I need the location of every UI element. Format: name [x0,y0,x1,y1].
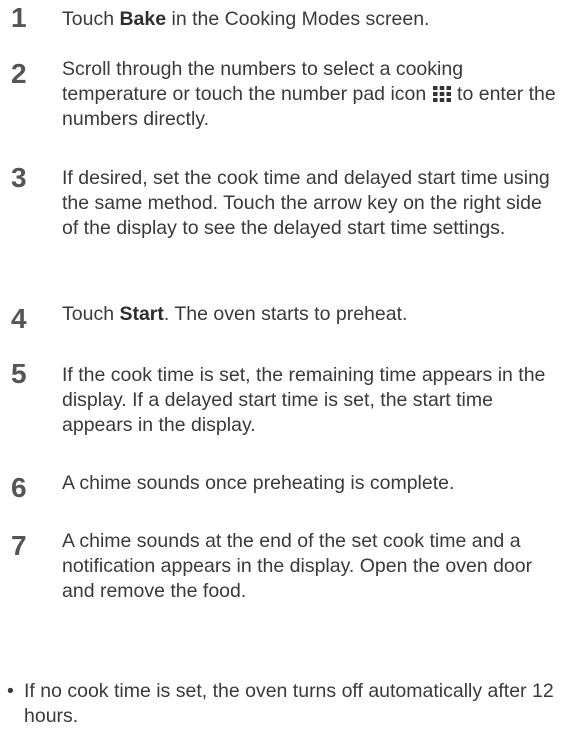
bake-label: Bake [119,8,167,30]
note-text: If no cook time is set, the oven turns o… [24,680,554,727]
step-text: Touch Bake in the Cooking Modes screen. [62,8,430,30]
step-text: Scroll through the numbers to select a c… [62,58,556,130]
step-number: 2 [11,58,27,89]
step-text: A chime sounds once preheating is comple… [62,472,455,494]
step-number: 4 [11,303,27,334]
step-number: 7 [11,530,27,561]
step-text: If desired, set the cook time and delaye… [62,167,550,239]
note: • If no cook time is set, the oven turns… [7,679,562,729]
step-text: If the cook time is set, the remaining t… [62,364,546,436]
step-text: A chime sounds at the end of the set coo… [62,530,533,602]
step-number: 6 [11,472,27,503]
step-number: 1 [11,2,27,33]
step-number: 5 [11,358,27,389]
step-text: Touch Start. The oven starts to preheat. [62,303,408,325]
start-label: Start [119,303,164,325]
step-number: 3 [11,162,27,193]
bullet: • [7,680,14,702]
number-pad-icon [432,86,451,102]
